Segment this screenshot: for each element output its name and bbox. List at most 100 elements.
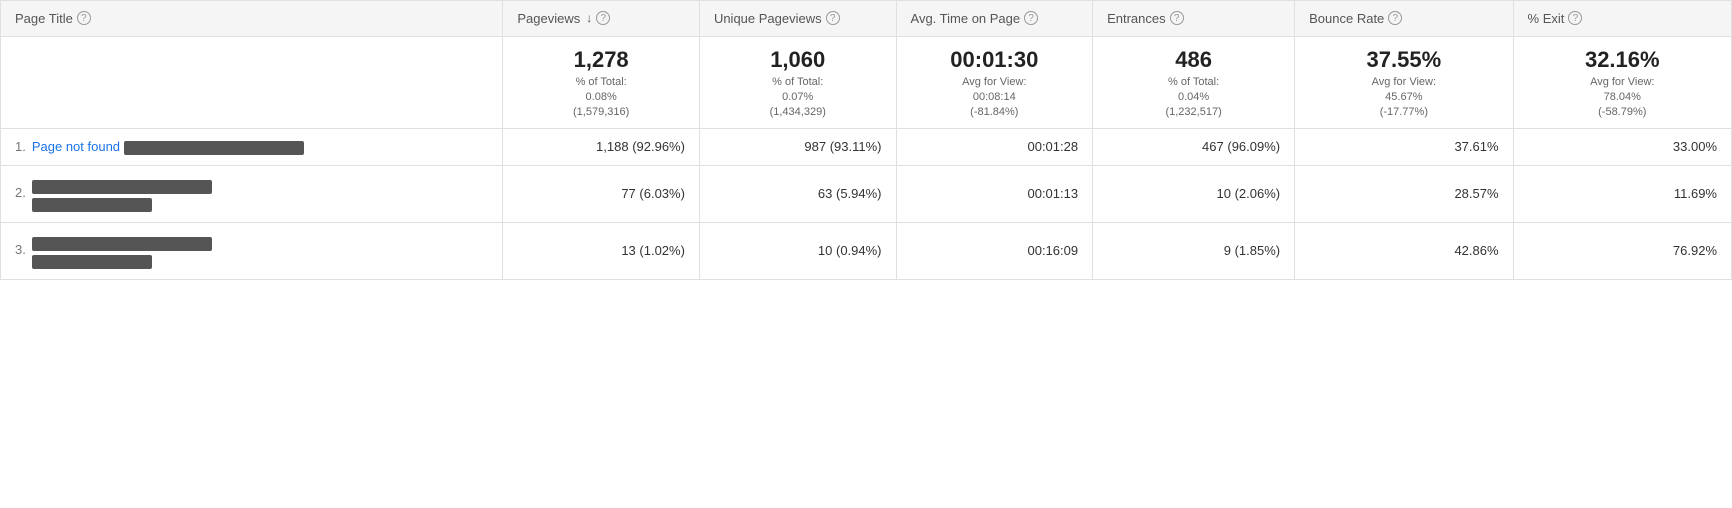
page-title-cell: 1. Page not found: [1, 129, 503, 166]
avg-time-label: Avg. Time on Page: [911, 11, 1021, 26]
bounce-rate-label: Bounce Rate: [1309, 11, 1384, 26]
summary-unique-value: 1,060: [714, 47, 882, 73]
col-header-bounce-rate: Bounce Rate ?: [1295, 1, 1513, 37]
pageviews-label: Pageviews: [517, 11, 580, 26]
unique-pageviews-label: Unique Pageviews: [714, 11, 822, 26]
summary-entrances-value: 486: [1107, 47, 1280, 73]
exit-rate-value: 11.69%: [1674, 186, 1717, 201]
row-number: 3.: [15, 242, 26, 257]
summary-avg-time-cell: 00:01:30 Avg for View: 00:08:14 (-81.84%…: [896, 37, 1093, 129]
entrances-pct: (2.06%): [1235, 186, 1281, 201]
entrances-pct: (1.85%): [1235, 243, 1281, 258]
table-row: 3. 13 (1.02%)10 (0.94%)00:16:099 (1.85%)…: [1, 222, 1732, 279]
avg-time-help-icon[interactable]: ?: [1024, 11, 1038, 25]
redacted-line-1: [32, 180, 212, 194]
col-header-page-title: Page Title ?: [1, 1, 503, 37]
redacted-block: [32, 176, 212, 212]
analytics-table: Page Title ? Pageviews ↓ ? Unique Pagevi…: [0, 0, 1732, 280]
page-title-cell: 3.: [1, 222, 503, 279]
col-header-exit: % Exit ?: [1513, 1, 1731, 37]
summary-entrances-sub: % of Total: 0.04% (1,232,517): [1165, 76, 1221, 118]
pageviews-value: 13: [621, 243, 635, 258]
page-title-cell: 2.: [1, 165, 503, 222]
summary-bounce-sub: Avg for View: 45.67% (-17.77%): [1372, 76, 1436, 118]
bounce-rate-cell: 28.57%: [1295, 165, 1513, 222]
summary-avg-time-value: 00:01:30: [911, 47, 1079, 73]
page-title-help-icon[interactable]: ?: [77, 11, 91, 25]
row-number: 1.: [15, 139, 26, 154]
unique-pageviews-help-icon[interactable]: ?: [826, 11, 840, 25]
pageviews-value: 1,188: [596, 139, 629, 154]
bounce-rate-help-icon[interactable]: ?: [1388, 11, 1402, 25]
summary-entrances-cell: 486 % of Total: 0.04% (1,232,517): [1093, 37, 1295, 129]
entrances-value: 9: [1224, 243, 1231, 258]
avg-time-value: 00:01:28: [1027, 139, 1078, 154]
redacted-line-1: [32, 237, 212, 251]
exit-help-icon[interactable]: ?: [1568, 11, 1582, 25]
pageviews-value: 77: [621, 186, 635, 201]
unique-value: 10: [818, 243, 832, 258]
pageviews-cell: 13 (1.02%): [503, 222, 700, 279]
redacted-block: [32, 233, 212, 269]
col-header-unique-pageviews: Unique Pageviews ?: [699, 1, 896, 37]
bounce-rate-cell: 37.61%: [1295, 129, 1513, 166]
entrances-cell: 467 (96.09%): [1093, 129, 1295, 166]
entrances-value: 10: [1217, 186, 1231, 201]
sort-arrow-icon[interactable]: ↓: [586, 11, 592, 25]
avg-time-value: 00:16:09: [1027, 243, 1078, 258]
unique-value: 63: [818, 186, 832, 201]
summary-exit-value: 32.16%: [1528, 47, 1717, 73]
avg-time-value: 00:01:13: [1027, 186, 1078, 201]
summary-unique-sub: % of Total: 0.07% (1,434,329): [770, 76, 826, 118]
redacted-line-2: [32, 255, 152, 269]
exit-label: % Exit: [1528, 11, 1565, 26]
bounce-rate-value: 37.61%: [1454, 139, 1498, 154]
summary-bounce-cell: 37.55% Avg for View: 45.67% (-17.77%): [1295, 37, 1513, 129]
bounce-rate-cell: 42.86%: [1295, 222, 1513, 279]
avg-time-cell: 00:01:28: [896, 129, 1093, 166]
avg-time-cell: 00:16:09: [896, 222, 1093, 279]
summary-avg-time-sub: Avg for View: 00:08:14 (-81.84%): [962, 76, 1026, 118]
page-title-label: Page Title: [15, 11, 73, 26]
unique-pageviews-cell: 63 (5.94%): [699, 165, 896, 222]
entrances-pct: (96.09%): [1227, 139, 1280, 154]
avg-time-cell: 00:01:13: [896, 165, 1093, 222]
table-row: 2. 77 (6.03%)63 (5.94%)00:01:1310 (2.06%…: [1, 165, 1732, 222]
row-number: 2.: [15, 185, 26, 200]
exit-rate-value: 76.92%: [1673, 243, 1717, 258]
pageviews-pct: (92.96%): [632, 139, 685, 154]
pageviews-cell: 1,188 (92.96%): [503, 129, 700, 166]
pageviews-pct: (6.03%): [639, 186, 685, 201]
summary-exit-sub: Avg for View: 78.04% (-58.79%): [1590, 76, 1654, 118]
col-header-avg-time: Avg. Time on Page ?: [896, 1, 1093, 37]
col-header-entrances: Entrances ?: [1093, 1, 1295, 37]
redacted-bar: [124, 141, 304, 155]
unique-pageviews-cell: 987 (93.11%): [699, 129, 896, 166]
unique-pct: (93.11%): [830, 139, 882, 154]
entrances-help-icon[interactable]: ?: [1170, 11, 1184, 25]
redacted-line-2: [32, 198, 152, 212]
summary-pageviews-cell: 1,278 % of Total: 0.08% (1,579,316): [503, 37, 700, 129]
entrances-label: Entrances: [1107, 11, 1166, 26]
table-row: 1.Page not found1,188 (92.96%)987 (93.11…: [1, 129, 1732, 166]
pageviews-help-icon[interactable]: ?: [596, 11, 610, 25]
exit-rate-cell: 33.00%: [1513, 129, 1731, 166]
unique-pct: (5.94%): [836, 186, 882, 201]
page-title-link[interactable]: Page not found: [32, 139, 120, 154]
entrances-cell: 9 (1.85%): [1093, 222, 1295, 279]
summary-bounce-value: 37.55%: [1309, 47, 1498, 73]
summary-unique-cell: 1,060 % of Total: 0.07% (1,434,329): [699, 37, 896, 129]
exit-rate-value: 33.00%: [1673, 139, 1717, 154]
exit-rate-cell: 76.92%: [1513, 222, 1731, 279]
pageviews-pct: (1.02%): [639, 243, 685, 258]
unique-value: 987: [804, 139, 826, 154]
summary-pageviews-sub: % of Total: 0.08% (1,579,316): [573, 76, 629, 118]
exit-rate-cell: 11.69%: [1513, 165, 1731, 222]
unique-pct: (0.94%): [836, 243, 882, 258]
unique-pageviews-cell: 10 (0.94%): [699, 222, 896, 279]
bounce-rate-value: 28.57%: [1454, 186, 1498, 201]
bounce-rate-value: 42.86%: [1454, 243, 1498, 258]
col-header-pageviews: Pageviews ↓ ?: [503, 1, 700, 37]
summary-pageviews-value: 1,278: [517, 47, 685, 73]
pageviews-cell: 77 (6.03%): [503, 165, 700, 222]
